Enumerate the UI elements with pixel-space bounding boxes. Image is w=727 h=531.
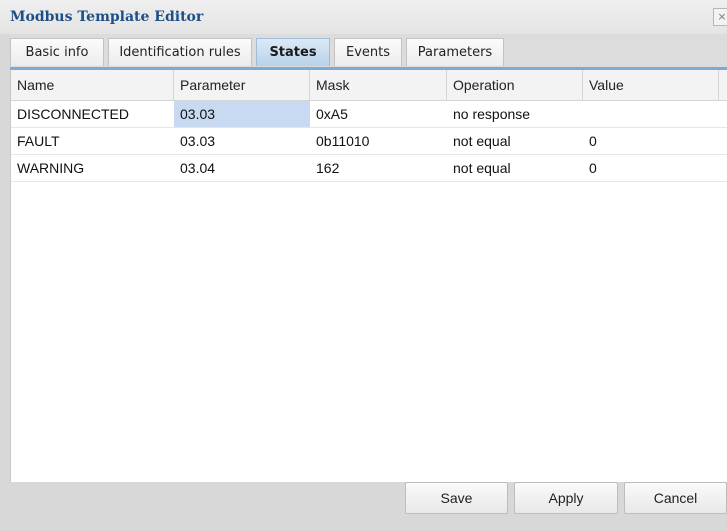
cell-operation[interactable]: not equal [447,155,583,181]
cell-operation[interactable]: not equal [447,128,583,154]
cell-value[interactable]: 0 [583,155,719,181]
tab-states[interactable]: States [256,38,330,66]
table-row[interactable]: FAULT 03.03 0b11010 not equal 0 [11,128,727,155]
cell-mask[interactable]: 0xA5 [310,101,447,127]
states-grid: Name Parameter Mask Operation Value DISC… [10,70,727,482]
cell-parameter[interactable]: 03.04 [174,155,310,181]
cancel-button[interactable]: Cancel [624,482,727,514]
column-header-name[interactable]: Name [11,70,174,100]
save-button[interactable]: Save [405,482,508,514]
cell-operation[interactable]: no response [447,101,583,127]
tab-events[interactable]: Events [334,38,402,66]
cell-name[interactable]: WARNING [11,155,174,181]
tab-parameters[interactable]: Parameters [406,38,504,66]
cell-value[interactable] [583,101,719,127]
cell-mask[interactable]: 0b11010 [310,128,447,154]
modbus-template-editor-window: Modbus Template Editor × Basic info Iden… [0,0,727,531]
close-icon[interactable]: × [713,8,727,26]
column-header-value[interactable]: Value [583,70,719,100]
cell-value[interactable]: 0 [583,128,719,154]
cell-parameter-selected[interactable]: 03.03 [174,101,310,127]
cell-parameter[interactable]: 03.03 [174,128,310,154]
tab-strip: Basic info Identification rules States E… [10,34,727,69]
apply-button[interactable]: Apply [514,482,618,514]
cell-mask[interactable]: 162 [310,155,447,181]
tab-identification-rules[interactable]: Identification rules [108,38,252,66]
table-row[interactable]: DISCONNECTED 03.03 0xA5 no response [11,101,727,128]
cell-name[interactable]: DISCONNECTED [11,101,174,127]
table-row[interactable]: WARNING 03.04 162 not equal 0 [11,155,727,182]
column-header-mask[interactable]: Mask [310,70,447,100]
window-title: Modbus Template Editor [10,9,204,25]
tab-basic-info[interactable]: Basic info [10,38,104,66]
column-header-operation[interactable]: Operation [447,70,583,100]
dialog-footer: Save Apply Cancel [10,482,727,531]
titlebar: Modbus Template Editor × [0,0,727,34]
cell-name[interactable]: FAULT [11,128,174,154]
grid-header: Name Parameter Mask Operation Value [11,70,727,101]
column-header-parameter[interactable]: Parameter [174,70,310,100]
